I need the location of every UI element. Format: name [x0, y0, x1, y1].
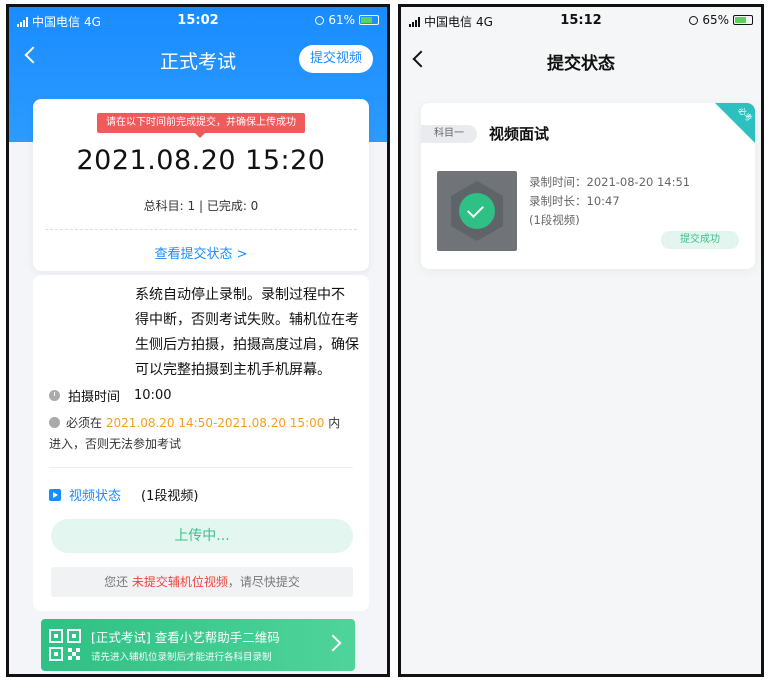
battery-icon [733, 15, 753, 25]
page-title: 提交状态 [547, 54, 615, 74]
video-segment-count: (1段视频) [141, 489, 199, 504]
info-icon [49, 417, 60, 428]
exam-detail-card: 系统自动停止录制。录制过程中不 得中断，否则考试失败。辅机位在考 生侧后方拍摄，… [33, 275, 369, 611]
recording-instructions: 系统自动停止录制。录制过程中不 得中断，否则考试失败。辅机位在考 生侧后方拍摄，… [135, 283, 361, 383]
rotation-lock-icon [315, 15, 325, 25]
instruction-line: 生侧后方拍摄，拍摄高度过肩，确保 [135, 337, 359, 353]
submission-card[interactable]: 必考 科目一 视频面试 录制时间：2021-08-20 14:51 录制时长：1… [421, 103, 755, 269]
segment-count: (1段视频) [529, 213, 580, 227]
qr-banner-title: [正式考试] 查看小艺帮助手二维码 [91, 630, 280, 645]
qr-code-banner[interactable]: [正式考试] 查看小艺帮助手二维码 请先进入辅机位录制后才能进行各科目录制 [41, 619, 355, 671]
nav-bar: 提交状态 [401, 37, 761, 81]
shoot-time-row: 拍摄时间 10:00 [49, 386, 171, 405]
nav-bar: 正式考试 提交视频 [9, 37, 387, 81]
battery-percent: 61% [328, 13, 355, 27]
subject-counts: 总科目: 1 | 已完成: 0 [143, 199, 259, 213]
instruction-line: 系统自动停止录制。录制过程中不 [135, 287, 345, 303]
entry-suffix: 内 [328, 416, 341, 430]
view-submit-status-link[interactable]: 查看提交状态 > [33, 243, 369, 262]
deadline-datetime: 2021.08.20 15:20 [76, 145, 326, 176]
unsubmitted-warning: 您还 未提交辅机位视频，请尽快提交 [51, 567, 353, 597]
qr-code-icon [49, 629, 81, 661]
status-bar: 中国电信 4G 15:12 65% [401, 7, 761, 33]
chevron-right-icon [324, 634, 342, 652]
entry-window-row: 必须在 2021.08.20 14:50-2021.08.20 15:00 内 … [49, 413, 349, 455]
entry-prefix: 必须在 [66, 416, 103, 430]
rotation-lock-icon [689, 15, 699, 25]
check-circle-icon [459, 193, 495, 229]
submit-video-button[interactable]: 提交视频 [299, 45, 373, 73]
video-thumbnail[interactable] [437, 171, 517, 251]
subject-name: 视频面试 [489, 125, 550, 143]
shoot-time-label: 拍摄时间 [68, 390, 121, 405]
recording-meta: 录制时间：2021-08-20 14:51 录制时长：10:47 (1段视频) [529, 173, 690, 230]
right-phone-screen: 中国电信 4G 15:12 65% 提交状态 必考 科目一 视频面试 录制时间：… [398, 4, 764, 677]
warning-highlight: 未提交辅机位视频 [131, 575, 228, 589]
status-bar: 中国电信 4G 15:02 61% [9, 7, 387, 33]
entry-time-range: 2021.08.20 14:50-2021.08.20 15:00 [105, 416, 325, 430]
clock-icon [49, 390, 60, 401]
instruction-line: 得中断，否则考试失败。辅机位在考 [135, 312, 359, 328]
instruction-line: 可以完整拍摄到主机手机屏幕。 [135, 362, 331, 378]
submit-success-badge: 提交成功 [661, 231, 739, 249]
warning-prefix: 您还 [104, 575, 129, 589]
video-status-row: 视频状态 (1段视频) [49, 485, 198, 504]
subject-tag: 科目一 [421, 125, 477, 143]
record-duration: 录制时长：10:47 [529, 194, 620, 208]
record-time: 录制时间：2021-08-20 14:51 [529, 175, 691, 189]
left-phone-screen: 中国电信 4G 15:02 61% 正式考试 提交视频 请在以下时间前完成提交，… [6, 4, 390, 677]
shoot-time-value: 10:00 [134, 388, 172, 403]
divider [49, 467, 353, 468]
warning-suffix: ，请尽快提交 [227, 575, 300, 589]
battery-percent: 65% [702, 13, 729, 27]
battery-icon [359, 15, 379, 25]
video-play-icon [49, 488, 61, 501]
required-ribbon [715, 103, 755, 143]
video-status-label: 视频状态 [69, 489, 122, 504]
qr-banner-subtitle: 请先进入辅机位录制后才能进行各科目录制 [91, 652, 272, 663]
entry-warning: 进入，否则无法参加考试 [49, 437, 182, 451]
deadline-tip: 请在以下时间前完成提交，并确保上传成功 [97, 113, 305, 138]
uploading-button[interactable]: 上传中... [51, 519, 353, 553]
dashed-divider [45, 229, 357, 230]
deadline-card: 请在以下时间前完成提交，并确保上传成功 2021.08.20 15:20 总科目… [33, 99, 369, 271]
